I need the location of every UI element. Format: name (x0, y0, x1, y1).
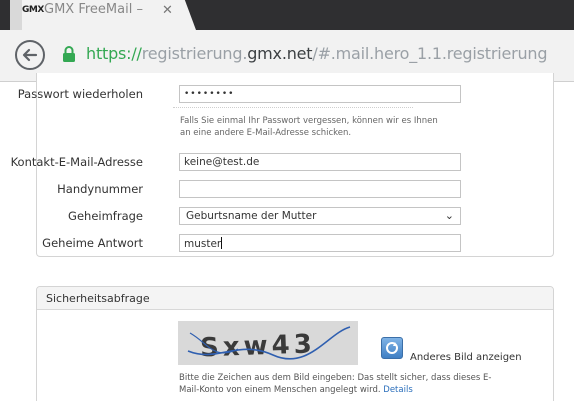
mobile-label: Handynummer (57, 182, 143, 196)
captcha-panel-title: Sicherheitsabfrage (46, 292, 150, 305)
password-repeat-input[interactable]: •••••••• (179, 85, 461, 103)
address-bar[interactable]: https://registrierung.gmx.net/#.mail.her… (86, 44, 548, 63)
page-content: Passwort wiederholen •••••••• Falls Sie … (0, 73, 574, 401)
url-scheme: https:// (86, 44, 142, 63)
mobile-input[interactable] (179, 180, 461, 198)
url-host: gmx.net (247, 44, 313, 63)
secret-answer-value: muster (184, 238, 222, 250)
url-subdomain: registrierung. (141, 44, 248, 63)
url-path: /#.mail.hero_1.1.registrierung (312, 44, 548, 63)
tab-edge (10, 0, 22, 30)
gmx-favicon-icon: GMX (22, 5, 44, 15)
refresh-captcha-label[interactable]: Anderes Bild anzeigen (410, 352, 522, 363)
text-cursor (221, 237, 223, 249)
close-icon[interactable]: ✕ (162, 2, 173, 18)
secret-answer-label: Geheime Antwort (42, 236, 143, 250)
details-link[interactable]: Details (383, 385, 412, 395)
contact-email-label: Kontakt-E-Mail-Adresse (10, 155, 143, 169)
password-repeat-label: Passwort wiederholen (17, 87, 143, 101)
back-arrow-icon (22, 48, 38, 62)
captcha-panel-header: Sicherheitsabfrage (37, 287, 553, 310)
tab-title: GMX FreeMail – (44, 2, 143, 17)
account-details-panel: Passwort wiederholen •••••••• Falls Sie … (11, 73, 554, 257)
security-question-label: Geheimfrage (68, 209, 143, 223)
captcha-hint: Bitte die Zeichen aus dem Bild eingeben:… (179, 372, 499, 396)
security-question-select[interactable]: Geburtsname der Mutter ⌄ (179, 207, 461, 225)
browser-tab[interactable]: GMX GMX FreeMail – ✕ (10, 0, 196, 30)
contact-email-input[interactable]: keine@test.de (179, 153, 461, 171)
captcha-hint-text: Bitte die Zeichen aus dem Bild eingeben:… (179, 373, 492, 395)
refresh-captcha-button[interactable] (381, 337, 403, 359)
captcha-image: Sxw43 (178, 321, 358, 365)
security-question-value: Geburtsname der Mutter (186, 210, 317, 222)
back-button[interactable] (15, 40, 45, 70)
section-divider (173, 107, 413, 108)
captcha-panel: Sicherheitsabfrage Sxw43 Anderes Bild an… (36, 286, 554, 401)
lock-icon[interactable] (62, 45, 76, 63)
secret-answer-input[interactable]: muster (179, 234, 461, 252)
refresh-icon (386, 342, 398, 354)
chevron-down-icon: ⌄ (444, 209, 454, 222)
password-hint: Falls Sie einmal Ihr Passwort vergessen,… (180, 116, 438, 138)
tab-strip: GMX GMX FreeMail – ✕ (0, 0, 574, 30)
